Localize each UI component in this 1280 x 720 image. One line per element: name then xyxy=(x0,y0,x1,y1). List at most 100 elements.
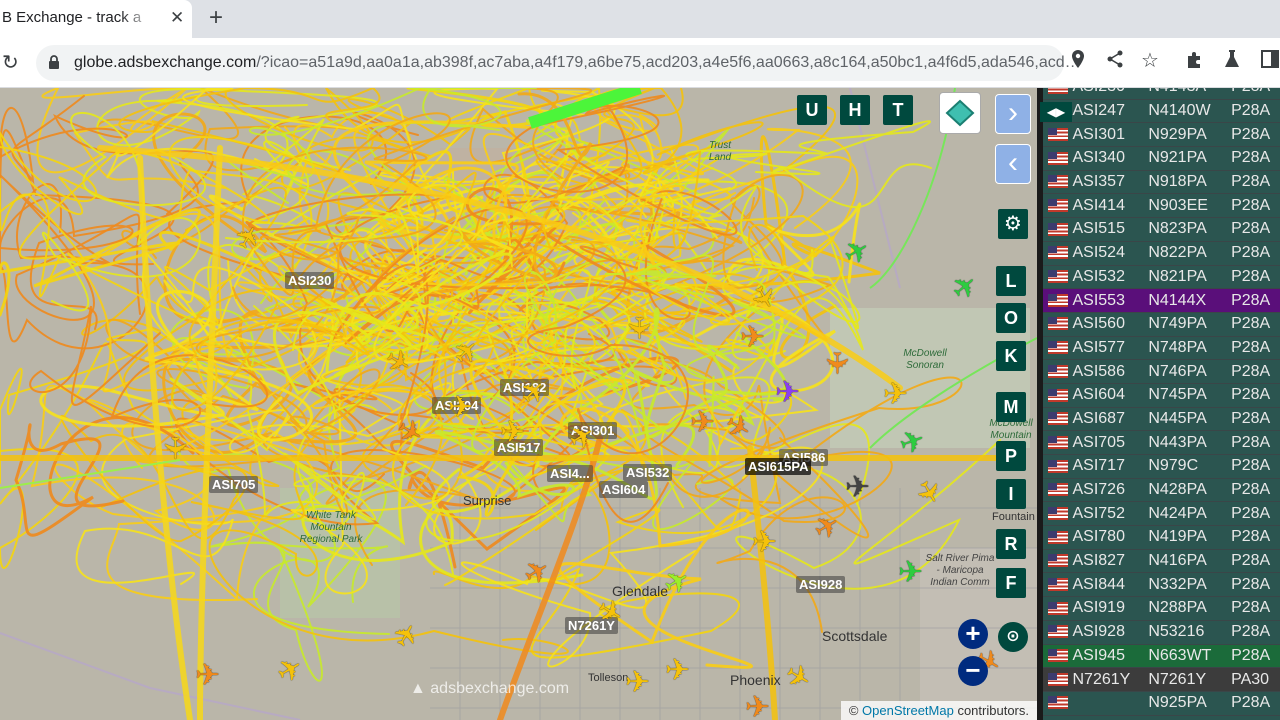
aircraft-label-asi604[interactable]: ASI604 xyxy=(599,481,649,498)
r-button[interactable]: R xyxy=(996,529,1026,559)
address-bar[interactable]: globe.adsbexchange.com/?icao=a51a9d,aa0a… xyxy=(36,45,1081,81)
location-pin-icon[interactable] xyxy=(1071,50,1085,73)
aircraft-row[interactable]: ASI532 N821PA P28A xyxy=(1043,265,1280,290)
lab-flask-icon[interactable] xyxy=(1224,50,1240,73)
aircraft-row[interactable]: ASI340 N921PA P28A xyxy=(1043,146,1280,171)
aircraft-label-asi4[interactable]: ASI4... xyxy=(547,465,593,482)
park-srp-community: Salt River Pima - Maricopa Indian Comm xyxy=(925,553,995,588)
close-tab-icon[interactable]: ✕ xyxy=(170,8,184,28)
i-button[interactable]: I xyxy=(996,479,1026,509)
aircraft-icon[interactable]: ✈ xyxy=(690,408,715,438)
callsign-cell: ASI524 xyxy=(1072,241,1149,266)
aircraft-row[interactable]: ASI780 N419PA P28A xyxy=(1043,525,1280,550)
p-button[interactable]: P xyxy=(996,441,1026,471)
aircraft-row[interactable]: ASI827 N416PA P28A xyxy=(1043,549,1280,574)
aircraft-list-panel[interactable]: ◀▶ ASI230N4143AP28AASI247N4140WP28AASI30… xyxy=(1037,88,1280,720)
openstreetmap-link[interactable]: OpenStreetMap xyxy=(862,703,954,718)
aircraft-icon[interactable]: ✈ xyxy=(158,435,191,460)
bookmark-star-icon[interactable]: ☆ xyxy=(1141,48,1159,73)
reload-icon[interactable]: ↻ xyxy=(2,50,19,75)
aircraft-row[interactable]: ASI524 N822PA P28A xyxy=(1043,241,1280,266)
t-button[interactable]: T xyxy=(883,95,913,125)
flight-map[interactable]: Surprise Glendale Phoenix Tolleson Scott… xyxy=(0,88,1037,720)
browser-tab[interactable]: B Exchange - track a ✕ xyxy=(0,0,192,38)
aircraft-icon[interactable]: ✈ xyxy=(752,528,777,558)
registration-cell: N979C xyxy=(1148,454,1232,479)
aircraft-row[interactable]: ASI687 N445PA P28A xyxy=(1043,407,1280,432)
aircraft-row[interactable]: ASI560 N749PA P28A xyxy=(1043,312,1280,337)
u-button[interactable]: U xyxy=(797,95,827,125)
extensions-icon[interactable] xyxy=(1186,50,1204,73)
registration-cell: N53216 xyxy=(1148,620,1232,645)
aircraft-icon[interactable]: ✈ xyxy=(448,393,473,423)
aircraft-row[interactable]: ASI586 N746PA P28A xyxy=(1043,359,1280,384)
share-icon[interactable] xyxy=(1106,50,1124,73)
lock-icon[interactable] xyxy=(48,54,60,70)
side-panel-icon[interactable] xyxy=(1261,50,1279,73)
aircraft-row[interactable]: ASI553 N4144X P28A xyxy=(1043,288,1280,313)
aircraft-row[interactable]: ASI604 N745PA P28A xyxy=(1043,383,1280,408)
registration-cell: N419PA xyxy=(1148,525,1232,550)
aircraft-icon[interactable]: ✈ xyxy=(625,668,650,698)
aircraft-icon[interactable]: ✈ xyxy=(845,473,870,503)
aircraft-icon[interactable]: ✈ xyxy=(898,558,923,588)
url-text[interactable]: globe.adsbexchange.com/?icao=a51a9d,aa0a… xyxy=(74,54,1081,72)
aircraft-row[interactable]: ASI717 N979C P28A xyxy=(1043,454,1280,479)
zoom-in-button[interactable]: + xyxy=(958,619,988,649)
aircraft-row[interactable]: ASI726 N428PA P28A xyxy=(1043,478,1280,503)
aircraft-icon[interactable]: ✈ xyxy=(500,418,525,448)
aircraft-row[interactable]: ASI357 N918PA P28A xyxy=(1043,170,1280,195)
aircraft-label-asi928[interactable]: ASI928 xyxy=(796,576,846,593)
aircraft-row[interactable]: ASI515 N823PA P28A xyxy=(1043,217,1280,242)
k-button[interactable]: K xyxy=(996,341,1026,371)
aircraft-row[interactable]: N925PA P28A xyxy=(1043,691,1280,716)
panel-resize-icon[interactable]: ◀▶ xyxy=(1040,102,1072,122)
aircraft-row[interactable]: ASI752 N424PA P28A xyxy=(1043,501,1280,527)
aircraft-row[interactable]: ASI577 N748PA P28A xyxy=(1043,336,1280,361)
settings-gear-icon[interactable]: ⚙ xyxy=(998,209,1028,239)
l-button[interactable]: L xyxy=(996,266,1026,296)
aircraft-row[interactable]: ASI919 N288PA P28A xyxy=(1043,596,1280,621)
aircraft-label-asi532[interactable]: ASI532 xyxy=(623,464,673,481)
new-tab-button[interactable]: + xyxy=(209,4,223,32)
h-button[interactable]: H xyxy=(840,95,870,125)
callsign-cell: ASI340 xyxy=(1072,146,1149,171)
aircraft-row[interactable]: AAL1437N200NVB738 xyxy=(1043,715,1280,720)
callsign-cell: ASI577 xyxy=(1072,336,1149,361)
aircraft-icon[interactable]: ✈ xyxy=(740,323,765,353)
aircraft-icon[interactable]: ✈ xyxy=(883,380,908,410)
aircraft-icon[interactable]: ✈ xyxy=(195,661,220,691)
aircraft-icon[interactable]: ✈ xyxy=(665,656,690,686)
aircraft-row[interactable]: ASI301 N929PA P28A xyxy=(1043,122,1280,148)
f-button[interactable]: F xyxy=(996,568,1026,598)
registration-cell: N416PA xyxy=(1148,549,1232,574)
aircraft-row[interactable]: ASI928 N53216 P28A xyxy=(1043,620,1280,645)
aircraft-label-asi705[interactable]: ASI705 xyxy=(209,476,259,493)
callsign-cell: ASI687 xyxy=(1072,407,1149,432)
layers-button[interactable] xyxy=(939,92,981,134)
aircraft-row[interactable]: ASI705 N443PA P28A xyxy=(1043,430,1280,455)
o-button[interactable]: O xyxy=(996,303,1026,333)
zoom-out-button[interactable]: − xyxy=(958,656,988,686)
copyright-symbol: © xyxy=(848,703,859,718)
registration-cell: N821PA xyxy=(1148,265,1232,290)
aircraft-row[interactable]: N7261Y N7261Y PA30 xyxy=(1043,667,1280,692)
us-flag-icon xyxy=(1043,691,1073,716)
aircraft-label-asi615pa[interactable]: ASI615PA xyxy=(745,458,812,475)
aircraft-icon[interactable]: ✈ xyxy=(775,378,800,408)
map-canvas[interactable] xyxy=(0,88,1037,720)
m-button[interactable]: M xyxy=(996,392,1026,422)
aircraft-row[interactable]: ASI414 N903EE P28A xyxy=(1043,193,1280,219)
aircraft-icon[interactable]: ✈ xyxy=(622,315,655,340)
type-cell: P28A xyxy=(1231,88,1280,100)
aircraft-row[interactable]: ASI844 N332PA P28A xyxy=(1043,572,1280,598)
aircraft-row[interactable]: ASI230N4143AP28A xyxy=(1043,88,1280,100)
aircraft-label-asi230[interactable]: ASI230 xyxy=(285,272,335,289)
aircraft-row[interactable]: ASI945 N663WT P28A xyxy=(1043,644,1280,669)
expand-right-button[interactable]: › xyxy=(995,94,1031,134)
aircraft-icon[interactable]: ✈ xyxy=(745,693,770,720)
replay-icon[interactable]: ⊙ xyxy=(998,622,1028,652)
collapse-left-button[interactable]: ‹ xyxy=(995,144,1031,184)
aircraft-row[interactable]: ASI247 N4140W P28A xyxy=(1043,99,1280,124)
aircraft-icon[interactable]: ✈ xyxy=(820,350,853,375)
